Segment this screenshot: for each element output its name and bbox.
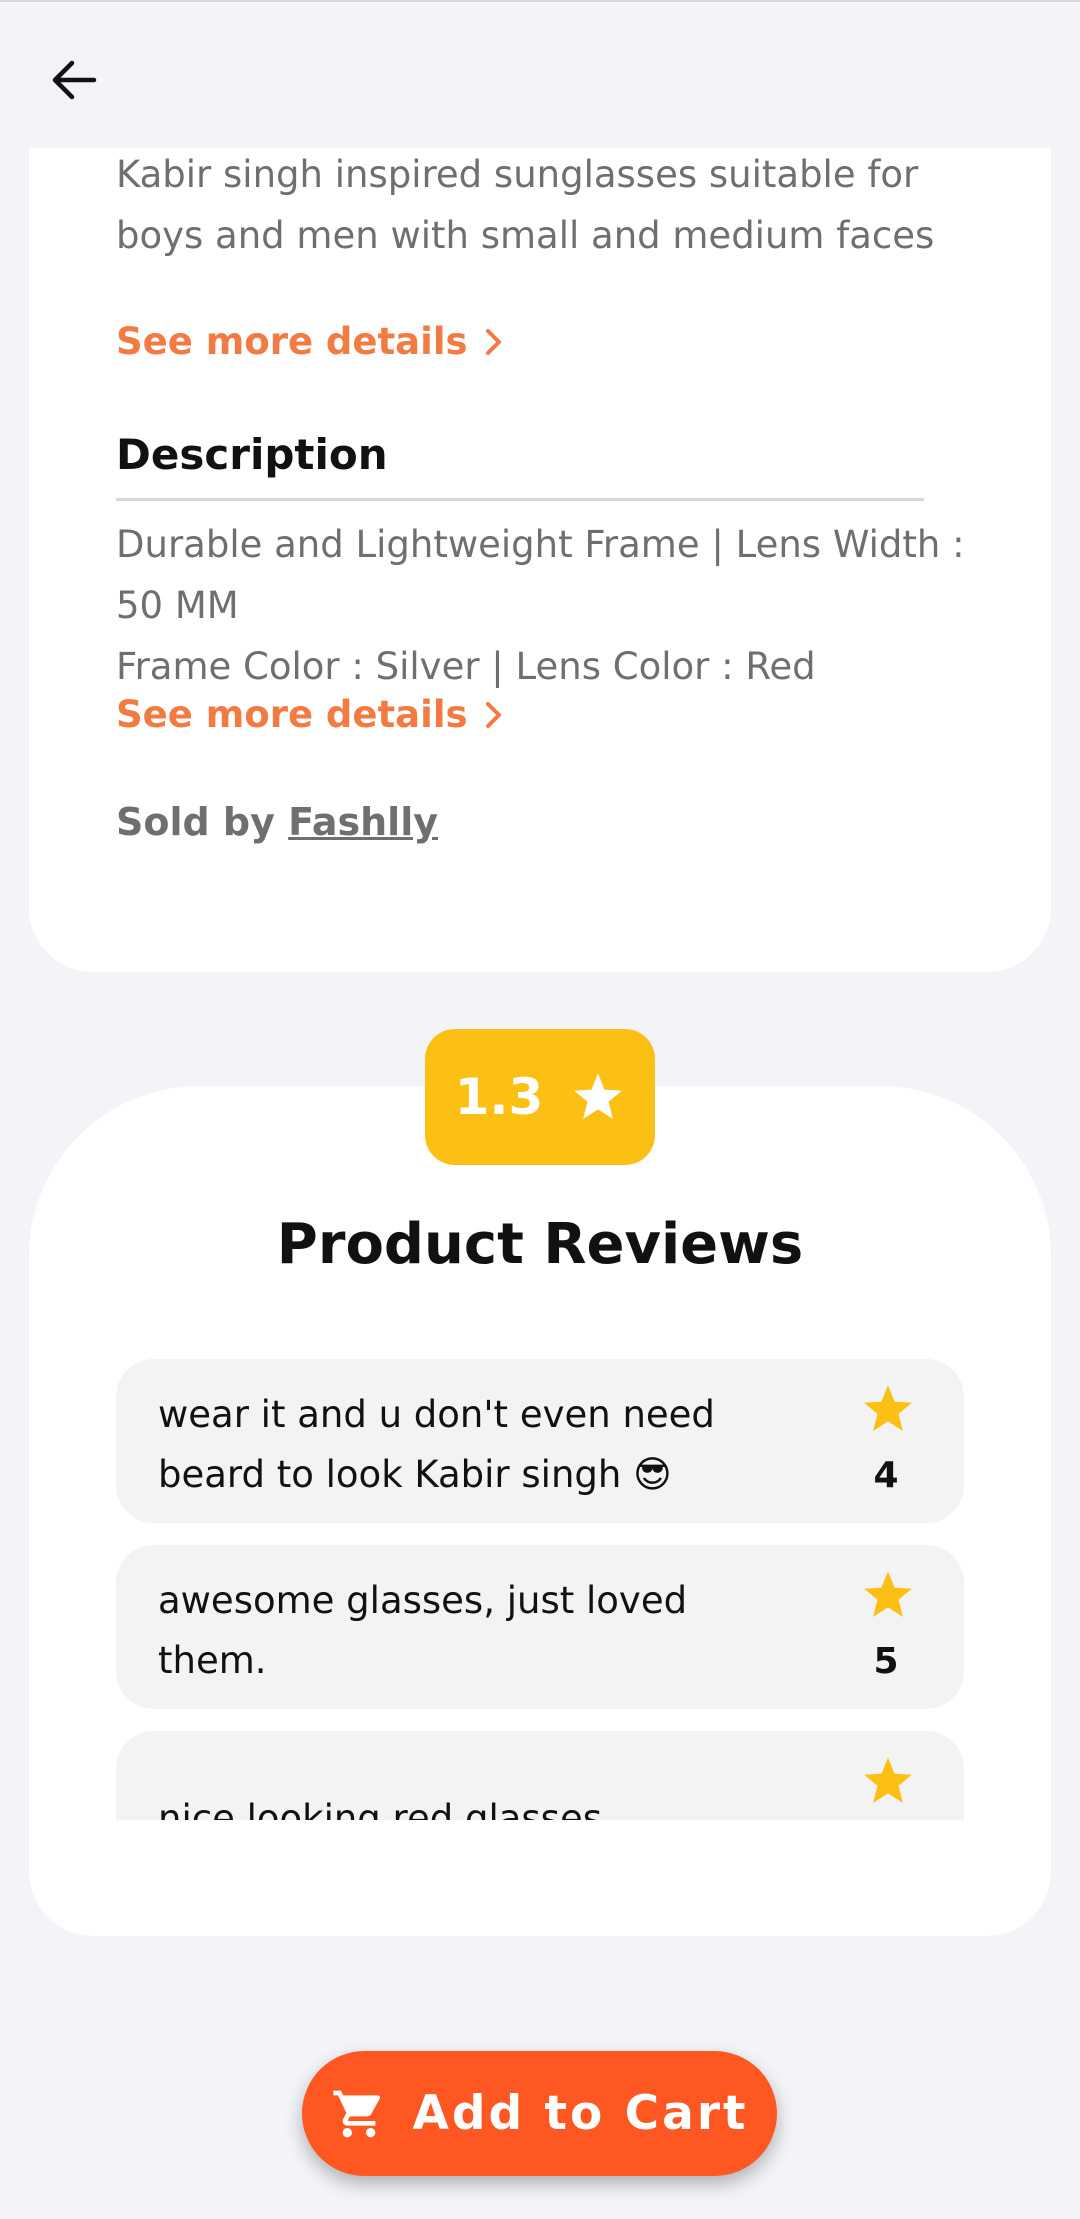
shopping-cart-icon (332, 2090, 380, 2137)
description-line: Frame Color : Silver | Lens Color : Red (116, 645, 816, 688)
see-more-label: See more details (116, 693, 468, 736)
reviews-title: Product Reviews (276, 1212, 804, 1277)
average-rating-value: 1.3 (454, 1068, 544, 1126)
description-line: Durable and Lightweight Frame | Lens Wid… (116, 523, 965, 627)
sold-by-label: Sold by (116, 800, 275, 844)
see-more-details-link[interactable]: See more details (116, 693, 504, 736)
chevron-right-icon (485, 328, 501, 355)
review-item: nice looking red glasses (116, 1731, 964, 1820)
see-more-details-link[interactable]: See more details (116, 320, 504, 363)
review-item: awesome glasses, just loved them. 5 (116, 1545, 964, 1709)
arrow-left-icon (52, 60, 97, 100)
see-more-label: See more details (116, 320, 468, 363)
add-to-cart-button[interactable]: Add to Cart (302, 2051, 777, 2176)
star-icon (864, 1571, 912, 1617)
review-rating: 4 (873, 1455, 899, 1496)
divider (116, 498, 924, 501)
add-to-cart-label: Add to Cart (412, 2086, 749, 2141)
review-rating: 5 (873, 1641, 899, 1682)
back-button[interactable] (40, 46, 108, 114)
review-text: wear it and u don't even need beard to l… (158, 1393, 715, 1496)
review-text: nice looking red glasses (158, 1797, 602, 1820)
review-item: wear it and u don't even need beard to l… (116, 1359, 964, 1523)
review-list[interactable]: wear it and u don't even need beard to l… (116, 1359, 964, 1820)
chevron-right-icon (485, 701, 501, 728)
top-app-bar (0, 0, 1080, 148)
star-icon (574, 1073, 623, 1119)
short-description: Kabir singh inspired sunglasses suitable… (116, 153, 935, 257)
description-heading: Description (116, 430, 388, 479)
description-text: Durable and Lightweight Frame | Lens Wid… (116, 514, 966, 697)
seller-link[interactable]: Fashlly (288, 800, 438, 844)
star-icon (864, 1757, 912, 1803)
sold-by: Sold by Fashlly (116, 800, 438, 844)
average-rating-badge: 1.3 (425, 1029, 655, 1165)
star-icon (864, 1385, 912, 1431)
review-text: awesome glasses, just loved them. (158, 1579, 688, 1682)
